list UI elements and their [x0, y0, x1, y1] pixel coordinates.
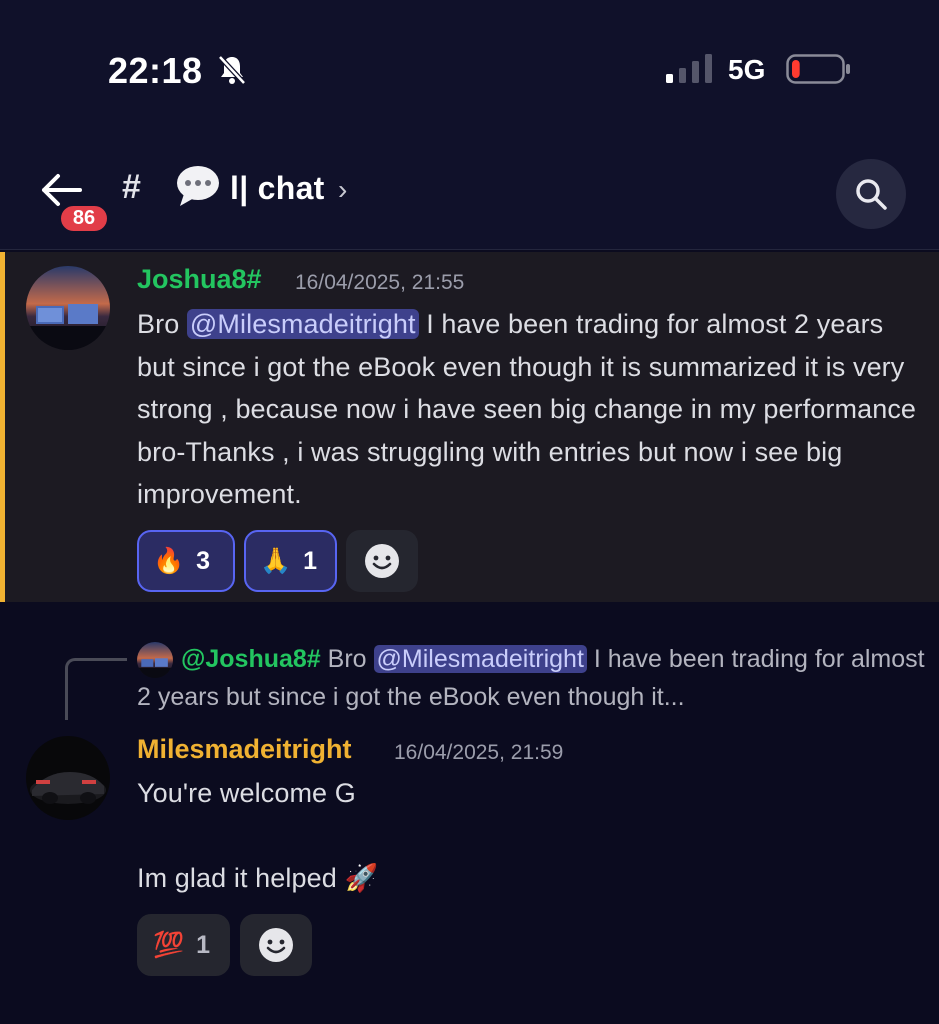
avatar[interactable]	[26, 266, 110, 350]
reaction-pray[interactable]: 🙏 1	[244, 530, 337, 592]
network-type: 5G	[728, 54, 766, 85]
reaction-fire[interactable]: 🔥 3	[137, 530, 235, 592]
channel-name[interactable]: l| chat	[230, 170, 325, 207]
reaction-count: 3	[196, 546, 211, 575]
smiley-icon	[259, 928, 293, 962]
folded-hands-emoji: 🙏	[260, 546, 292, 575]
message-content: Bro @Milesmadeitright I have been tradin…	[137, 303, 917, 516]
status-bar: 22:18 5G	[0, 0, 939, 140]
rocket-emoji: 🚀	[344, 863, 379, 893]
battery-icon	[786, 54, 850, 84]
bell-slash-icon	[218, 55, 246, 85]
add-reaction-button[interactable]	[240, 914, 312, 976]
fire-emoji: 🔥	[153, 546, 185, 575]
reply-preview[interactable]: @Joshua8# Bro @Milesmadeitright I have b…	[137, 640, 927, 716]
message-text: Im glad it helped	[137, 863, 337, 893]
reaction-count: 1	[303, 546, 318, 575]
message-text: I have been trading for almost 2 years b…	[137, 309, 917, 509]
chevron-right-icon[interactable]: ›	[338, 174, 347, 206]
reply-connector	[65, 658, 127, 720]
add-reaction-button[interactable]	[346, 530, 418, 592]
reaction-count: 1	[196, 930, 211, 959]
message-timestamp: 16/04/2025, 21:59	[394, 741, 564, 764]
message-text: Bro	[137, 309, 187, 339]
search-button[interactable]	[836, 159, 906, 229]
message-author[interactable]: Joshua8#	[137, 264, 262, 295]
message-line: You're welcome G	[137, 778, 356, 808]
status-time: 22:18	[108, 50, 203, 91]
reply-author: @Joshua8#	[181, 645, 321, 673]
user-mention[interactable]: @Milesmadeitright	[186, 309, 419, 339]
hundred-points-emoji: 💯	[153, 930, 185, 959]
hash-icon: #	[122, 168, 141, 206]
reply-text: Bro	[320, 645, 374, 673]
search-icon	[856, 179, 887, 210]
message-author[interactable]: Milesmadeitright	[137, 734, 352, 765]
channel-header: 86 # l| chat ›	[0, 140, 939, 250]
message-timestamp: 16/04/2025, 21:55	[295, 271, 465, 294]
cellular-signal-icon	[666, 54, 712, 83]
reaction-hundred[interactable]: 💯 1	[137, 914, 230, 976]
unread-badge: 86	[58, 203, 110, 234]
avatar[interactable]	[26, 736, 110, 820]
speech-bubble-icon	[177, 166, 219, 206]
mention-indicator	[0, 252, 5, 602]
smiley-icon	[365, 544, 399, 578]
reply-mention: @Milesmadeitright	[373, 645, 587, 673]
message-line: Im glad it helped 🚀	[137, 857, 917, 900]
